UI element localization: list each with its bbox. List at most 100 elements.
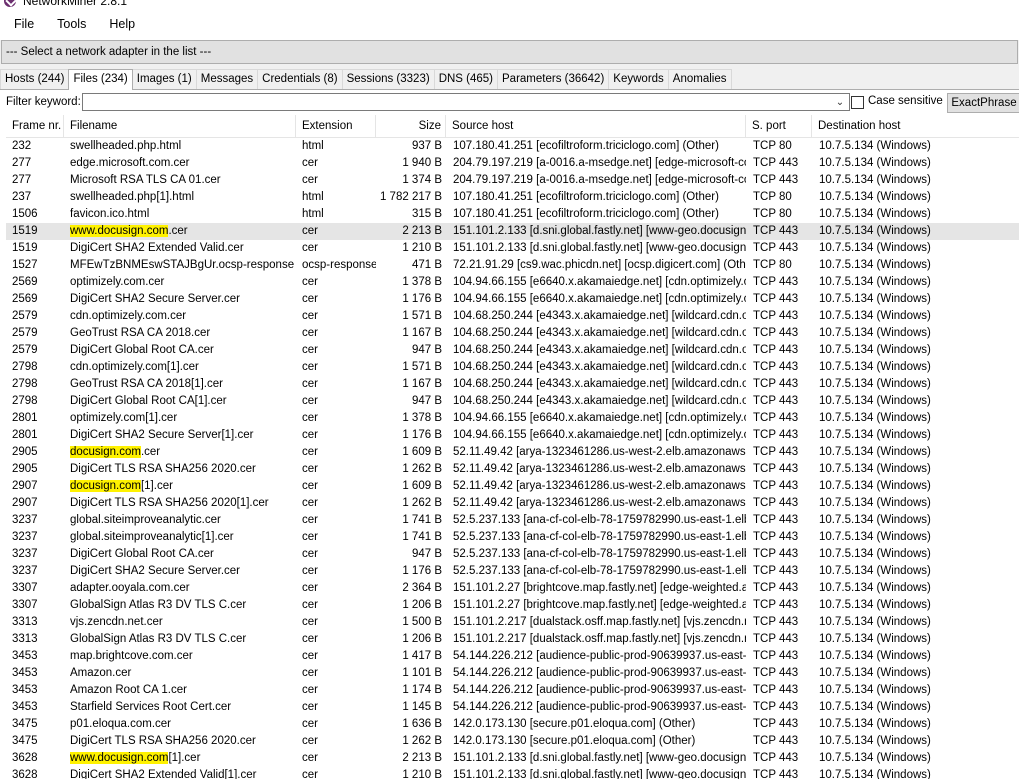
table-row[interactable]: 2579 DigiCert Global Root CA.cer cer 947 B 1… [6,342,1019,359]
table-row[interactable]: 3237 global.siteimproveanalytic[1].cer cer… [6,529,1019,546]
table-row[interactable]: 3453 Starfield Services Root Cert.cer cer 1… [6,699,1019,716]
cell-filename: global.siteimproveanalytic.cer [70,514,221,526]
table-row[interactable]: 2907 docusign.com[1].cer cer 1 609 B 52.11.4… [6,478,1019,495]
table-row[interactable]: 1519 www.docusign.com.cer cer 2 213 B 151.10… [6,223,1019,240]
cell-extension: cer [302,344,318,356]
table-row[interactable]: 3475 DigiCert TLS RSA SHA256 2020.cer cer 1… [6,733,1019,750]
cell-size: 1 378 B [402,276,442,288]
table-row[interactable]: 3237 DigiCert SHA2 Secure Server.cer cer 1 … [6,563,1019,580]
column-header-extension[interactable]: Extension [296,115,376,137]
table-row[interactable]: 3313 GlobalSign Atlas R3 DV TLS C.cer cer 1… [6,631,1019,648]
tab-credentials[interactable]: Credentials (8) [257,69,343,89]
network-adapter-select[interactable]: --- Select a network adapter in the list… [1,40,1018,64]
chevron-down-icon[interactable]: ⌄ [833,95,847,109]
cell-size: 937 B [411,140,442,152]
cell-frame: 3313 [12,633,38,645]
cell-extension: cer [302,599,318,611]
tab-parameters[interactable]: Parameters (36642) [497,69,610,89]
cell-extension: cer [302,157,318,169]
cell-filename: favicon.ico.html [70,208,150,220]
cell-source-host: 151.101.2.133 [d.sni.global.fastly.net] … [453,769,746,779]
network-adapter-value: --- Select a network adapter in the list… [6,46,212,58]
table-row[interactable]: 3237 global.siteimproveanalytic.cer cer 1 7… [6,512,1019,529]
cell-source-host: 151.101.2.27 [brightcove.map.fastly.net]… [453,582,746,594]
column-header-size[interactable]: Size [376,115,446,137]
cell-source-port: TCP 443 [753,752,799,764]
cell-source-port: TCP 443 [753,327,799,339]
table-row[interactable]: 2798 GeoTrust RSA CA 2018[1].cer cer 1 167 … [6,376,1019,393]
cell-filename: DigiCert TLS RSA SHA256 2020[1].cer [70,497,269,509]
cell-frame: 2801 [12,412,38,424]
table-row[interactable]: 2905 DigiCert TLS RSA SHA256 2020.cer cer 1… [6,461,1019,478]
cell-filename: DigiCert TLS RSA SHA256 2020.cer [70,735,256,747]
table-row[interactable]: 3453 Amazon.cer cer 1 101 B 54.144.226.212 [… [6,665,1019,682]
tab-images[interactable]: Images (1) [131,69,197,89]
cell-source-port: TCP 443 [753,514,799,526]
table-row[interactable]: 232 swellheaded.php.html html 937 B 107.180.… [6,138,1019,155]
cell-destination-host: 10.7.5.134 (Windows) [819,361,931,373]
table-row[interactable]: 2798 cdn.optimizely.com[1].cer cer 1 571 B 1… [6,359,1019,376]
table-row[interactable]: 277 edge.microsoft.com.cer cer 1 940 B 204.7… [6,155,1019,172]
table-row[interactable]: 2905 docusign.com.cer cer 1 609 B 52.11.49.4… [6,444,1019,461]
table-row[interactable]: 2579 cdn.optimizely.com.cer cer 1 571 B 104.… [6,308,1019,325]
cell-size: 1 500 B [402,616,442,628]
table-row[interactable]: 237 swellheaded.php[1].html html 1 782 217 … [6,189,1019,206]
table-row[interactable]: 2579 GeoTrust RSA CA 2018.cer cer 1 167 B 10… [6,325,1019,342]
table-row[interactable]: 3628 www.docusign.com[1].cer cer 2 213 B 151… [6,750,1019,767]
tab-dns[interactable]: DNS (465) [433,69,499,89]
cell-destination-host: 10.7.5.134 (Windows) [819,650,931,662]
column-header-source-port[interactable]: S. port [746,115,812,137]
tab-hosts[interactable]: Hosts (244) [0,69,70,89]
table-row[interactable]: 3453 map.brightcove.com.cer cer 1 417 B 54.1… [6,648,1019,665]
column-header-frame[interactable]: Frame nr. [6,115,64,137]
cell-source-host: 54.144.226.212 [audience-public-prod-906… [453,667,746,679]
table-row[interactable]: 1506 favicon.ico.html html 315 B 107.180.41.… [6,206,1019,223]
cell-frame: 1506 [12,208,38,220]
table-row[interactable]: 1519 DigiCert SHA2 Extended Valid.cer cer 1… [6,240,1019,257]
table-row[interactable]: 3453 Amazon Root CA 1.cer cer 1 174 B 54.144… [6,682,1019,699]
menu-tools[interactable]: Tools [51,17,95,31]
column-header-filename[interactable]: Filename [64,115,296,137]
tab-sessions[interactable]: Sessions (3323) [341,69,435,89]
filename-rest: .cer [168,225,188,237]
cell-extension: cer [302,718,318,730]
cell-size: 1 571 B [402,310,442,322]
column-header-source-host[interactable]: Source host [446,115,746,137]
case-sensitive-checkbox[interactable] [851,96,864,109]
filter-keyword-combobox[interactable]: ⌄ [82,93,850,111]
table-row[interactable]: 2801 DigiCert SHA2 Secure Server[1].cer ce… [6,427,1019,444]
cell-frame: 2907 [12,497,38,509]
cell-destination-host: 10.7.5.134 (Windows) [819,378,931,390]
cell-size: 1 417 B [402,650,442,662]
table-row[interactable]: 3307 GlobalSign Atlas R3 DV TLS C.cer cer 1… [6,597,1019,614]
table-row[interactable]: 3307 adapter.ooyala.com.cer cer 2 364 B 151.… [6,580,1019,597]
cell-source-port: TCP 443 [753,667,799,679]
cell-filename: DigiCert Global Root CA[1].cer [70,395,227,407]
cell-destination-host: 10.7.5.134 (Windows) [819,599,931,611]
table-row[interactable]: 2907 DigiCert TLS RSA SHA256 2020[1].cer c… [6,495,1019,512]
table-row[interactable]: 1527 MFEwTzBNMEswSTAJBgUr.ocsp-response oc… [6,257,1019,274]
tab-messages[interactable]: Messages [195,69,259,89]
table-row[interactable]: 2569 optimizely.com.cer cer 1 378 B 104.94.6… [6,274,1019,291]
table-row[interactable]: 3313 vjs.zencdn.net.cer cer 1 500 B 151.101.… [6,614,1019,631]
table-row[interactable]: 277 Microsoft RSA TLS CA 01.cer cer 1 374 B… [6,172,1019,189]
cell-source-port: TCP 443 [753,378,799,390]
cell-source-port: TCP 443 [753,582,799,594]
menu-help[interactable]: Help [103,17,144,31]
tab-files[interactable]: Files (234) [68,69,133,90]
tab-keywords[interactable]: Keywords [608,69,669,89]
table-row[interactable]: 2798 DigiCert Global Root CA[1].cer cer 947… [6,393,1019,410]
table-row[interactable]: 2569 DigiCert SHA2 Secure Server.cer cer 1 … [6,291,1019,308]
table-row[interactable]: 2801 optimizely.com[1].cer cer 1 378 B 104.9… [6,410,1019,427]
cell-source-host: 107.180.41.251 [ecofiltroform.triciclogo… [453,208,719,220]
menu-file[interactable]: File [8,17,43,31]
cell-filename: DigiCert SHA2 Extended Valid[1].cer [70,769,257,779]
cell-size: 1 176 B [402,565,442,577]
exact-phrase-button[interactable]: ExactPhrase [947,93,1019,113]
table-row[interactable]: 3237 DigiCert Global Root CA.cer cer 947 B 5… [6,546,1019,563]
table-row[interactable]: 3475 p01.eloqua.com.cer cer 1 636 B 142.0.17… [6,716,1019,733]
cell-frame: 3453 [12,701,38,713]
table-row[interactable]: 3628 DigiCert SHA2 Extended Valid[1].cer c… [6,767,1019,779]
tab-anomalies[interactable]: Anomalies [667,69,732,89]
column-header-destination-host[interactable]: Destination host [812,115,1019,137]
